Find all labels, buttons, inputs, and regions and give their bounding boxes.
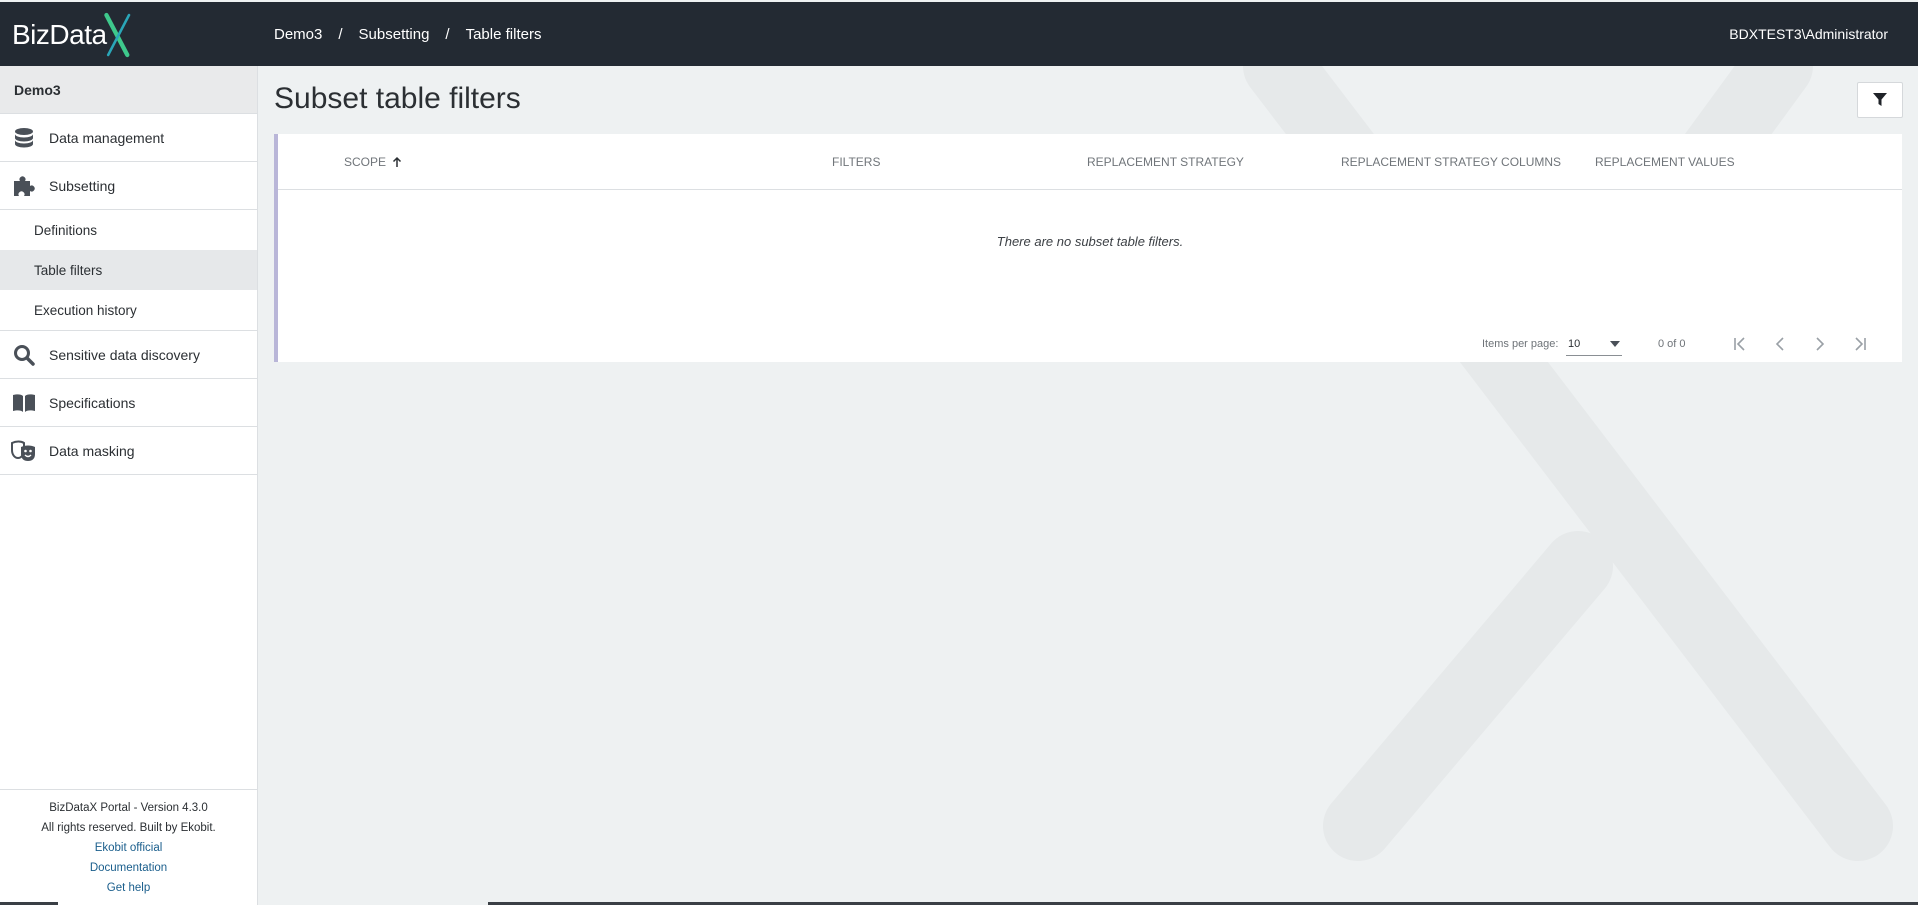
breadcrumb: Demo3 / Subsetting / Table filters	[274, 2, 541, 66]
filter-button[interactable]	[1857, 82, 1903, 118]
sidebar-item-label: Data management	[49, 129, 165, 146]
rights-text: All rights reserved. Built by Ekobit.	[41, 821, 216, 834]
main-content: Subset table filters Scope Filters Repla…	[258, 66, 1918, 905]
items-per-page-select[interactable]: 10	[1566, 332, 1622, 356]
previous-page-button[interactable]	[1764, 328, 1796, 360]
sidebar-item-data-masking[interactable]: Data masking	[0, 427, 257, 475]
sort-arrow-up-icon	[392, 156, 402, 167]
version-text: BizDataX Portal - Version 4.3.0	[49, 801, 208, 814]
breadcrumb-demo3[interactable]: Demo3	[274, 26, 322, 43]
sidebar-item-label: Sensitive data discovery	[49, 346, 200, 363]
sidebar-item-label: Data masking	[49, 442, 135, 459]
top-header: BizData Demo3 / Subsetting / Table filte…	[0, 2, 1918, 66]
sidebar-subitem-execution-history[interactable]: Execution history	[0, 290, 257, 330]
sidebar: Demo3 Data management Subsetting Definit…	[0, 66, 258, 905]
first-page-icon	[1734, 337, 1745, 351]
last-page-icon	[1855, 337, 1866, 351]
sidebar-item-data-management[interactable]: Data management	[0, 114, 257, 162]
sidebar-subitem-definitions[interactable]: Definitions	[0, 210, 257, 250]
project-name[interactable]: Demo3	[0, 66, 257, 114]
column-header-label: Scope	[344, 155, 387, 169]
page-title: Subset table filters	[274, 82, 521, 115]
chevron-left-icon	[1775, 337, 1784, 351]
column-header-replacement-strategy[interactable]: Replacement strategy	[1087, 134, 1244, 190]
column-header-replacement-values[interactable]: Replacement values	[1595, 134, 1735, 190]
column-header-scope[interactable]: Scope	[344, 134, 403, 190]
items-per-page-label: Items per page:	[1482, 338, 1559, 350]
filter-icon	[1873, 93, 1887, 106]
column-header-replacement-strategy-columns[interactable]: Replacement strategy columns	[1341, 134, 1561, 190]
documentation-link[interactable]: Documentation	[90, 858, 167, 878]
sidebar-footer: BizDataX Portal - Version 4.3.0 All righ…	[0, 789, 257, 905]
puzzle-icon	[0, 175, 48, 197]
sidebar-item-subsetting[interactable]: Subsetting	[0, 162, 257, 210]
table-header: Scope Filters Replacement strategy Repla…	[278, 134, 1902, 190]
search-icon	[0, 344, 48, 366]
breadcrumb-separator: /	[338, 25, 343, 43]
breadcrumb-separator: /	[445, 25, 450, 43]
sidebar-item-label: Subsetting	[49, 177, 116, 194]
sidebar-subitem-table-filters[interactable]: Table filters	[0, 250, 257, 290]
paginator: Items per page: 10 0 of 0	[1482, 324, 1902, 364]
sidebar-item-specifications[interactable]: Specifications	[0, 379, 257, 427]
masks-icon	[0, 440, 48, 462]
bizdatax-logo[interactable]: BizData	[12, 8, 132, 62]
subsetting-submenu: Definitions Table filters Execution hist…	[0, 210, 257, 331]
sidebar-item-label: Specifications	[49, 394, 136, 411]
chevron-right-icon	[1816, 337, 1825, 351]
ekobit-official-link[interactable]: Ekobit official	[95, 838, 163, 858]
user-menu[interactable]: BDXTEST3\Administrator	[1729, 2, 1888, 66]
items-per-page-value: 10	[1568, 337, 1581, 350]
database-icon	[0, 127, 48, 149]
page-range-label: 0 of 0	[1658, 338, 1686, 350]
filters-table: Scope Filters Replacement strategy Repla…	[274, 134, 1902, 362]
book-icon	[0, 393, 48, 413]
column-header-filters[interactable]: Filters	[832, 134, 880, 190]
logo-text: BizData	[12, 19, 107, 50]
dropdown-arrow-icon	[1610, 340, 1620, 347]
breadcrumb-table-filters[interactable]: Table filters	[466, 26, 542, 43]
breadcrumb-subsetting[interactable]: Subsetting	[359, 26, 430, 43]
first-page-button[interactable]	[1724, 328, 1756, 360]
get-help-link[interactable]: Get help	[107, 878, 150, 898]
last-page-button[interactable]	[1844, 328, 1876, 360]
next-page-button[interactable]	[1804, 328, 1836, 360]
sidebar-item-sensitive-data-discovery[interactable]: Sensitive data discovery	[0, 331, 257, 379]
empty-table-message: There are no subset table filters.	[996, 234, 1184, 249]
logo-x-icon	[103, 12, 130, 58]
